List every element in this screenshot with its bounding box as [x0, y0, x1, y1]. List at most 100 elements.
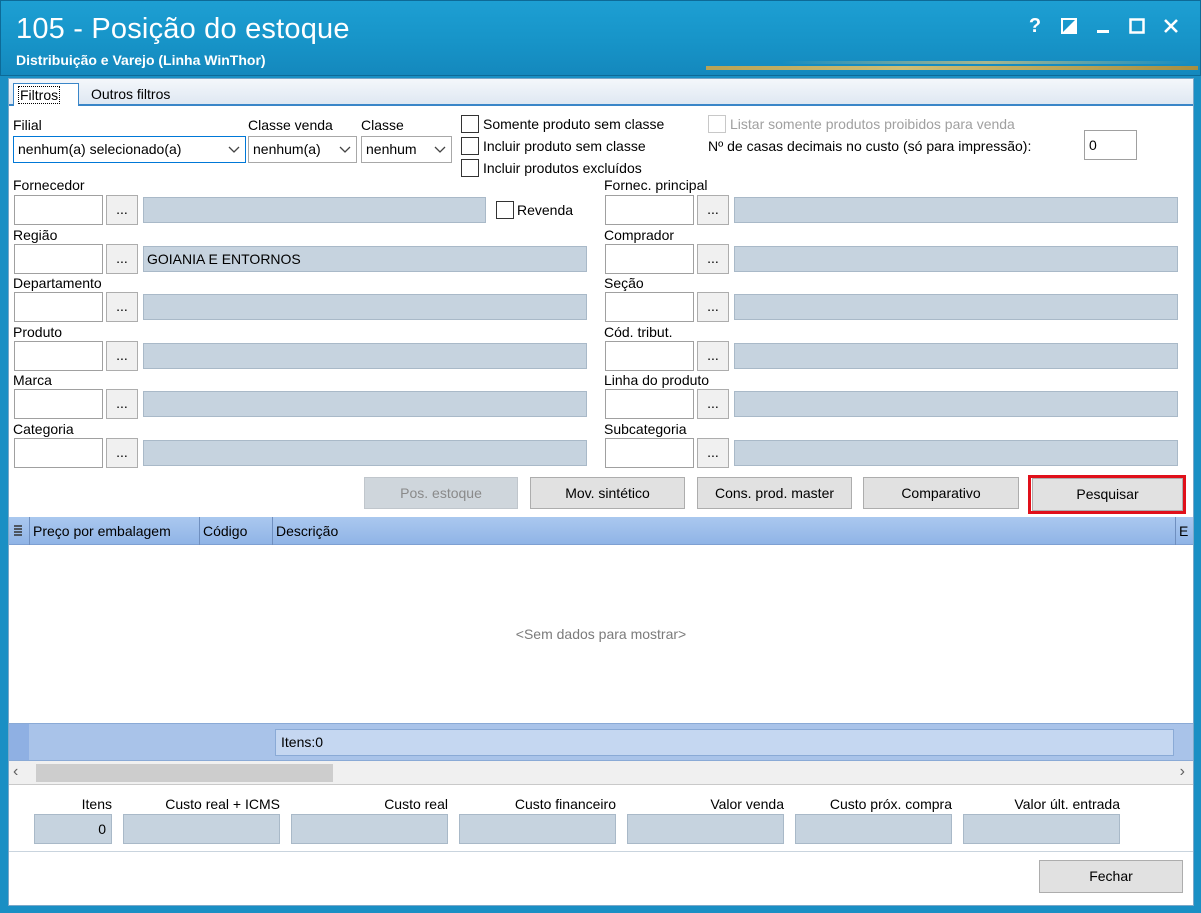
tab-strip: Filtros Outros filtros	[9, 79, 1193, 106]
column-header-e[interactable]: E	[1175, 517, 1193, 545]
marca-lookup-button[interactable]: ...	[106, 389, 138, 419]
casas-decimais-label: Nº de casas decimais no custo (só para i…	[708, 138, 1032, 154]
produto-lookup-button[interactable]: ...	[106, 341, 138, 371]
total-custo-financeiro-label: Custo financeiro	[514, 796, 616, 812]
cons-prod-master-button[interactable]: Cons. prod. master	[697, 477, 852, 509]
scroll-left-icon[interactable]: ‹	[13, 763, 18, 781]
cod-tribut-code-input[interactable]	[605, 341, 694, 371]
linha-produto-code-input[interactable]	[605, 389, 694, 419]
somente-sem-classe-checkbox[interactable]	[461, 115, 479, 133]
total-valor-ult-entrada-label: Valor últ. entrada	[1014, 796, 1120, 812]
comparativo-button[interactable]: Comparativo	[863, 477, 1019, 509]
subcategoria-label: Subcategoria	[604, 421, 687, 437]
minimize-button[interactable]	[1086, 13, 1120, 39]
minimize-icon	[1097, 30, 1109, 33]
tab-filtros[interactable]: Filtros	[13, 83, 79, 106]
classe-venda-select[interactable]: nenhum(a)	[248, 136, 357, 163]
total-custo-real-value	[291, 814, 448, 844]
grid-empty-message: <Sem dados para mostrar>	[515, 626, 687, 642]
fornecedor-code-input[interactable]	[14, 195, 103, 225]
incluir-sem-classe-checkbox[interactable]	[461, 137, 479, 155]
secao-description	[734, 294, 1178, 320]
subcategoria-description	[734, 440, 1178, 466]
tab-filtros-label: Filtros	[18, 86, 61, 104]
close-button[interactable]	[1154, 13, 1188, 39]
classe-select[interactable]: nenhum	[361, 136, 452, 163]
help-button[interactable]: ?	[1018, 13, 1052, 39]
grid-body[interactable]: <Sem dados para mostrar>	[9, 545, 1193, 723]
total-custo-real-icms-value	[123, 814, 280, 844]
marca-description	[143, 391, 587, 417]
total-custo-financeiro-value	[459, 814, 616, 844]
window-subtitle: Distribuição e Varejo (Linha WinThor)	[16, 52, 266, 68]
title-bar: 105 - Posição do estoque Distribuição e …	[0, 0, 1201, 76]
revenda-checkbox[interactable]	[496, 201, 514, 219]
title-decoration	[781, 61, 1191, 64]
classe-venda-label: Classe venda	[248, 117, 333, 133]
filial-select[interactable]: nenhum(a) selecionado(a)	[13, 136, 246, 163]
comprador-label: Comprador	[604, 227, 675, 243]
classe-value: nenhum	[366, 141, 417, 157]
subcategoria-code-input[interactable]	[605, 438, 694, 468]
column-header-preco[interactable]: Preço por embalagem	[29, 517, 198, 545]
grid-footer: Itens:0	[9, 723, 1193, 761]
somente-sem-classe-label: Somente produto sem classe	[483, 116, 665, 132]
column-header-codigo[interactable]: Código	[199, 517, 271, 545]
total-valor-ult-entrada-value	[963, 814, 1120, 844]
incluir-excluidos-label: Incluir produtos excluídos	[483, 160, 642, 176]
total-valor-venda-label: Valor venda	[710, 796, 784, 812]
categoria-description	[143, 440, 587, 466]
categoria-lookup-button[interactable]: ...	[106, 438, 138, 468]
comprador-code-input[interactable]	[605, 244, 694, 274]
footer-separator	[9, 851, 1193, 852]
incluir-excluidos-checkbox[interactable]	[461, 159, 479, 177]
categoria-code-input[interactable]	[14, 438, 103, 468]
casas-decimais-input[interactable]: 0	[1084, 130, 1137, 160]
fornec-principal-code-input[interactable]	[605, 195, 694, 225]
cod-tribut-description	[734, 343, 1178, 369]
departamento-lookup-button[interactable]: ...	[106, 292, 138, 322]
produto-code-input[interactable]	[14, 341, 103, 371]
filial-label: Filial	[13, 117, 42, 133]
regiao-code-input[interactable]	[14, 244, 103, 274]
fornec-principal-description	[734, 197, 1178, 223]
listar-proibidos-checkbox[interactable]	[708, 115, 726, 133]
subcategoria-lookup-button[interactable]: ...	[697, 438, 729, 468]
maximize-icon	[1129, 18, 1145, 34]
maximize-button[interactable]	[1120, 13, 1154, 39]
column-chooser-icon[interactable]	[9, 517, 29, 545]
secao-code-input[interactable]	[605, 292, 694, 322]
regiao-lookup-button[interactable]: ...	[106, 244, 138, 274]
scrollbar-thumb[interactable]	[36, 764, 333, 782]
linha-produto-lookup-button[interactable]: ...	[697, 389, 729, 419]
comprador-lookup-button[interactable]: ...	[697, 244, 729, 274]
scroll-right-icon[interactable]: ›	[1180, 763, 1185, 781]
mov-sintetico-button[interactable]: Mov. sintético	[530, 477, 685, 509]
column-header-descricao[interactable]: Descrição	[272, 517, 1175, 545]
fornec-principal-lookup-button[interactable]: ...	[697, 195, 729, 225]
fechar-button[interactable]: Fechar	[1039, 860, 1183, 893]
classe-label: Classe	[361, 117, 404, 133]
departamento-code-input[interactable]	[14, 292, 103, 322]
pesquisar-highlight	[1028, 475, 1186, 514]
regiao-description: GOIANIA E ENTORNOS	[143, 246, 587, 272]
fornecedor-lookup-button[interactable]: ...	[106, 195, 138, 225]
horizontal-scrollbar[interactable]: ‹ ›	[9, 761, 1193, 785]
chevron-down-icon	[228, 146, 240, 153]
theme-toggle-button[interactable]	[1052, 13, 1086, 39]
pos-estoque-button[interactable]: Pos. estoque	[364, 477, 518, 509]
total-itens-label: Itens	[81, 796, 112, 812]
secao-lookup-button[interactable]: ...	[697, 292, 729, 322]
fornecedor-label: Fornecedor	[13, 177, 85, 193]
incluir-sem-classe-label: Incluir produto sem classe	[483, 138, 646, 154]
departamento-label: Departamento	[13, 275, 102, 291]
list-icon	[14, 525, 22, 536]
linha-produto-label: Linha do produto	[604, 372, 710, 388]
filial-select-value: nenhum(a) selecionado(a)	[18, 141, 182, 157]
produto-description	[143, 343, 587, 369]
fornec-principal-label: Fornec. principal	[604, 177, 708, 193]
tab-outros-filtros[interactable]: Outros filtros	[87, 83, 174, 106]
marca-code-input[interactable]	[14, 389, 103, 419]
total-valor-venda-value	[627, 814, 784, 844]
cod-tribut-lookup-button[interactable]: ...	[697, 341, 729, 371]
